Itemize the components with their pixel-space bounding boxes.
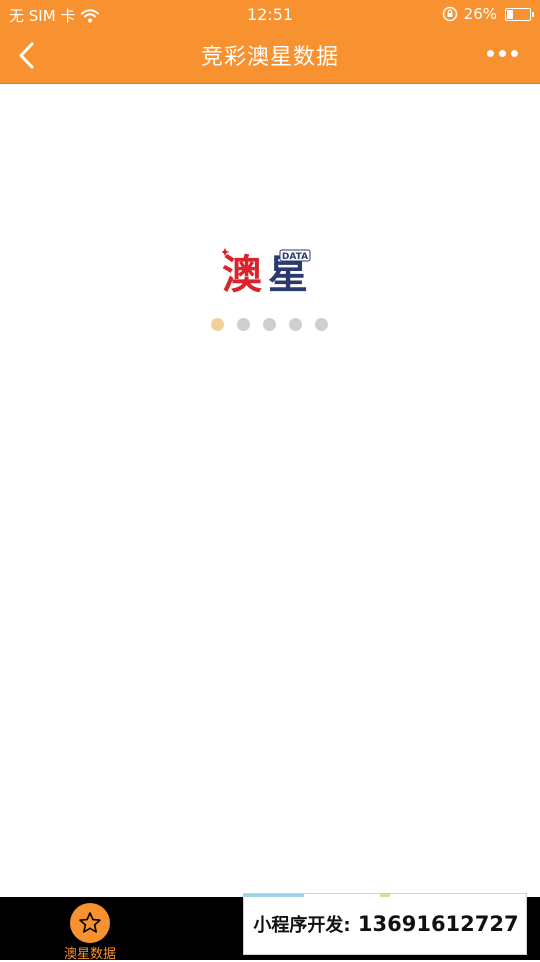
battery-level <box>507 9 513 19</box>
tab-icon-bg <box>70 903 110 943</box>
battery-icon <box>505 7 534 21</box>
loading-dot-active <box>211 318 224 331</box>
star-icon <box>79 912 101 933</box>
more-button[interactable] <box>487 50 518 57</box>
app-logo: 澳 星 DATA <box>220 246 318 298</box>
status-right: 26% <box>442 5 534 23</box>
loading-dot <box>263 318 276 331</box>
promo-label: 小程序开发: <box>253 915 351 936</box>
more-dot-icon <box>487 50 494 57</box>
rotation-lock-icon <box>442 6 457 22</box>
promo-phone: 13691612727 <box>357 912 519 936</box>
status-bar: 无 SIM 卡 12:51 26% <box>0 0 540 28</box>
promo-text: 小程序开发: 13691612727 <box>244 911 528 937</box>
loading-indicator <box>211 318 328 331</box>
loading-dot <box>289 318 302 331</box>
nav-bar: 竞彩澳星数据 <box>0 28 540 83</box>
more-dot-icon <box>499 50 506 57</box>
promo-banner: 小程序开发: 13691612727 <box>243 893 527 955</box>
more-dot-icon <box>511 50 518 57</box>
tab-label: 澳星数据 <box>63 947 116 962</box>
page-title: 竞彩澳星数据 <box>200 45 339 70</box>
logo-char-1: 澳 <box>222 252 263 294</box>
promo-accent <box>380 894 390 897</box>
header: 无 SIM 卡 12:51 26% 竞彩澳星数据 <box>0 0 540 84</box>
logo-badge: DATA <box>282 252 308 262</box>
loading-dot <box>315 318 328 331</box>
battery-percent: 26% <box>463 5 497 23</box>
tab-aoxing-data[interactable]: 澳星数据 <box>58 897 122 962</box>
loading-dot <box>237 318 250 331</box>
promo-accent <box>244 894 304 897</box>
